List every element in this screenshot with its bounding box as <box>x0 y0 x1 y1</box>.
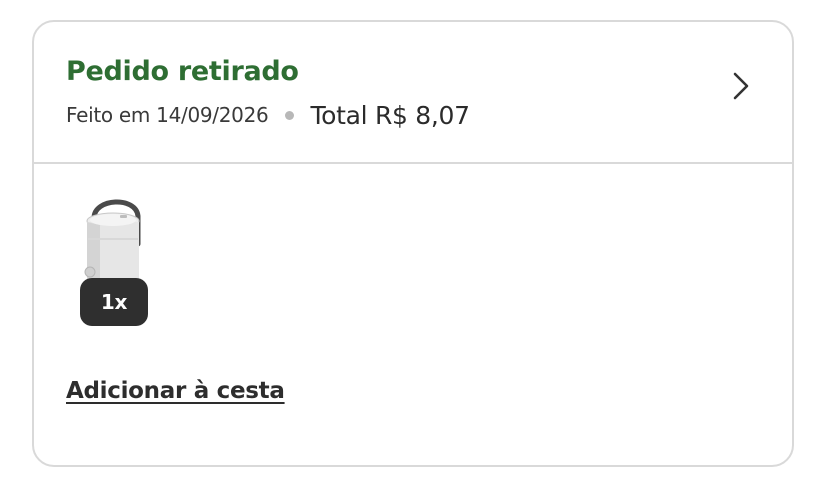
order-date: Feito em 14/09/2026 <box>66 103 269 127</box>
order-status: Pedido retirado <box>66 56 299 87</box>
header-divider <box>34 162 792 164</box>
chevron-right-icon[interactable] <box>728 66 754 106</box>
add-to-basket-link[interactable]: Adicionar à cesta <box>66 378 285 404</box>
water-cooler-jug-icon <box>84 199 141 283</box>
separator-dot <box>285 110 295 120</box>
order-card: Pedido retirado Feito em 14/09/2026 Tota… <box>32 20 794 467</box>
order-meta: Feito em 14/09/2026 Total R$ 8,07 <box>66 98 470 132</box>
order-header[interactable]: Pedido retirado Feito em 14/09/2026 Tota… <box>34 22 792 164</box>
order-total: Total R$ 8,07 <box>310 100 470 130</box>
quantity-badge: 1x <box>80 278 148 326</box>
order-item[interactable]: 1x <box>80 194 150 326</box>
